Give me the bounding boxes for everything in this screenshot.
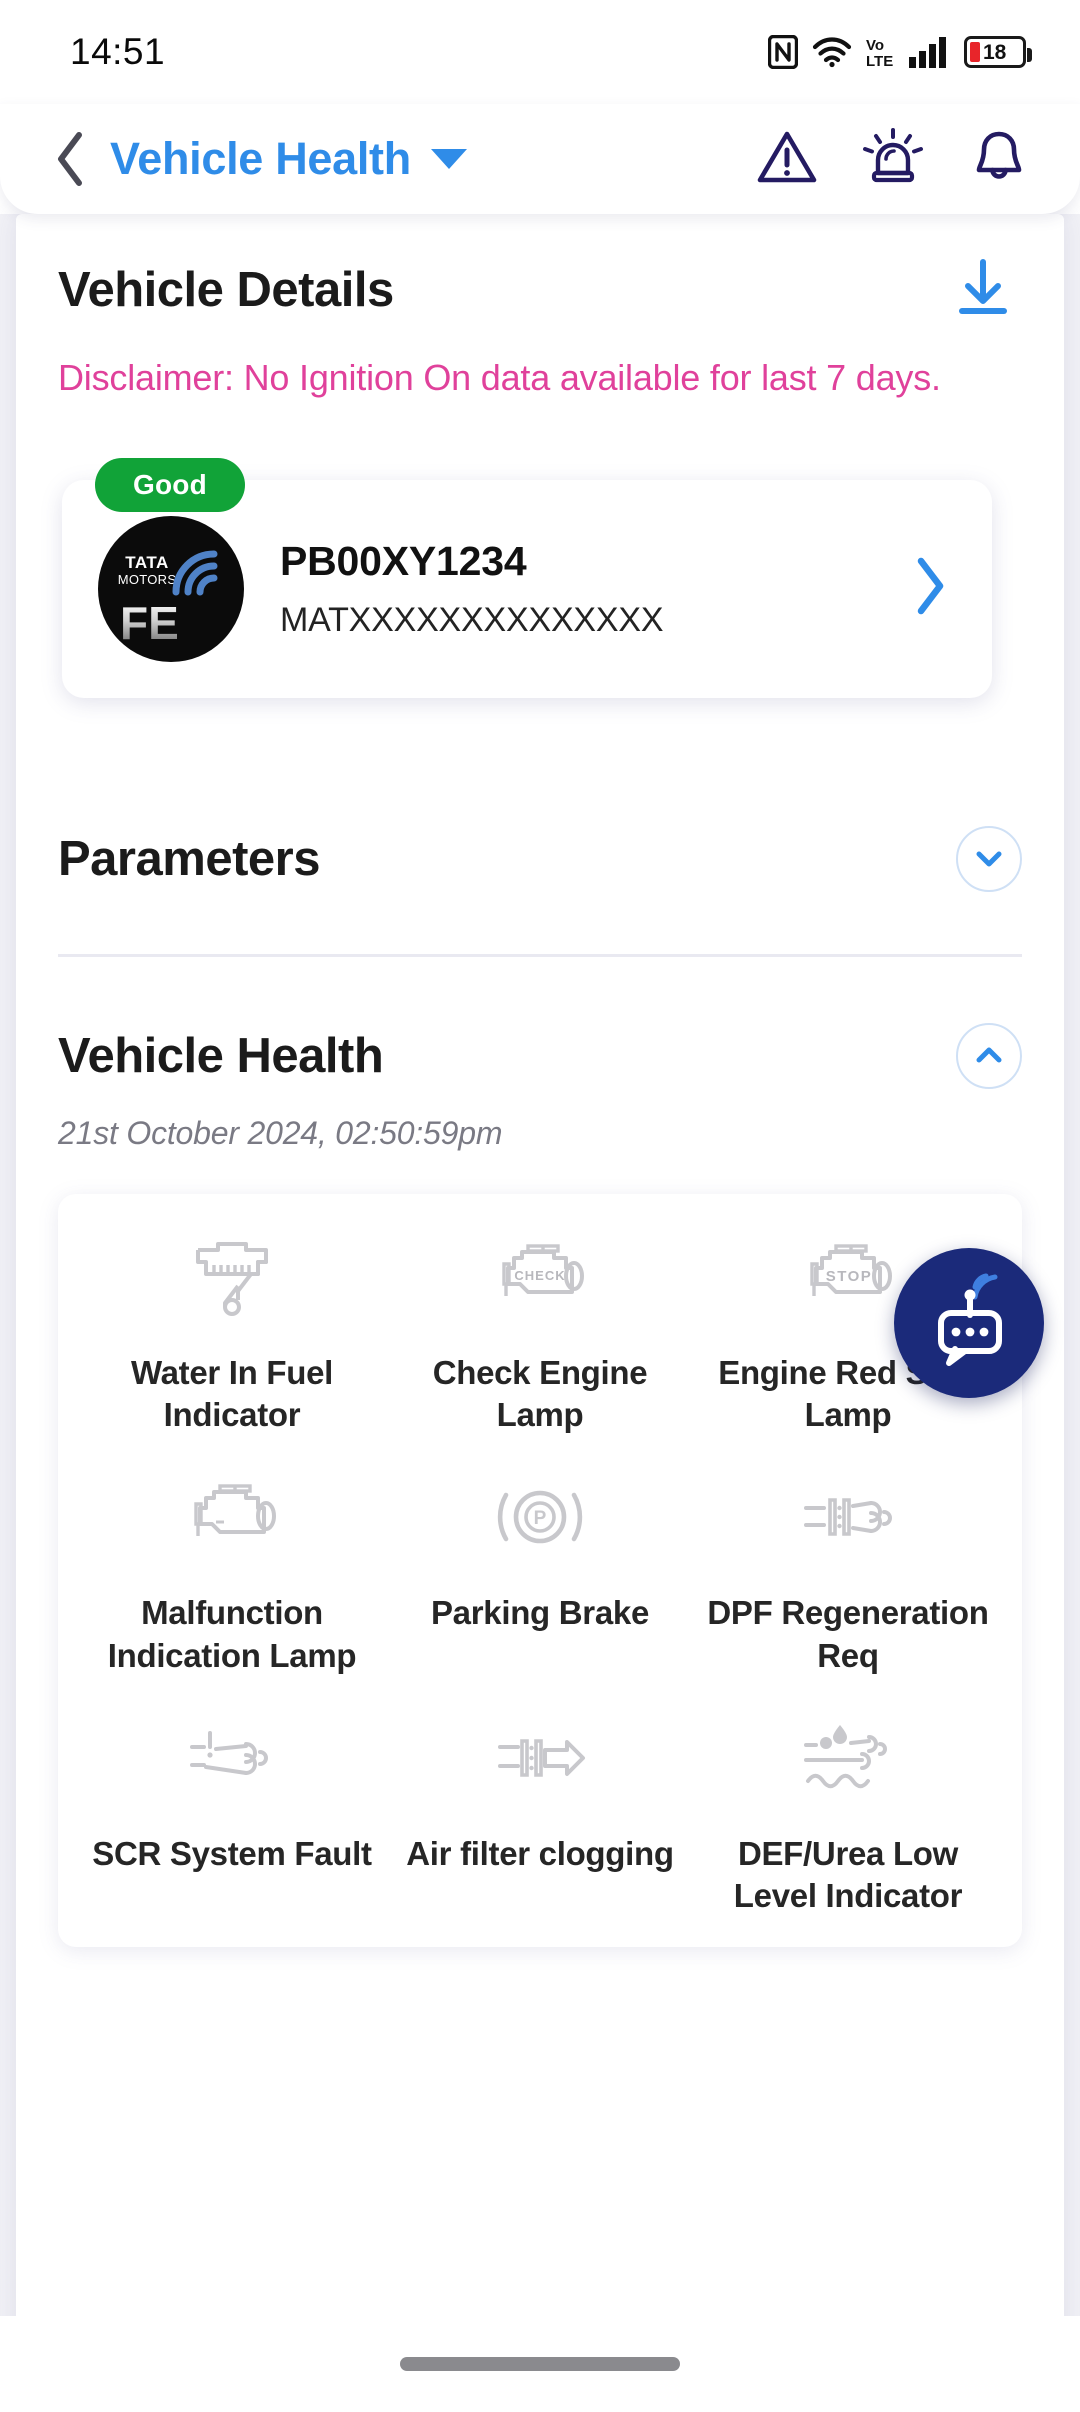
beacon-siren-icon[interactable] xyxy=(862,126,924,193)
vehicle-health-title: Vehicle Health xyxy=(58,1028,384,1083)
vehicle-health-section: Vehicle Health 21st October 2024, 02:50:… xyxy=(58,1022,1022,1948)
caret-down-icon[interactable] xyxy=(430,149,467,169)
logo-product-mark: FE xyxy=(120,600,179,646)
svg-text:Vo: Vo xyxy=(866,37,884,54)
logo-brand-line1: TATA xyxy=(125,552,169,572)
vehicle-details-title: Vehicle Details xyxy=(58,262,394,317)
water-in-fuel-icon xyxy=(180,1238,284,1316)
nfc-icon xyxy=(768,35,798,69)
logo-brand-line2: MOTORS xyxy=(117,571,177,587)
status-bar-icons: Vo LTE 18 xyxy=(768,35,1032,69)
vehicle-health-section-header[interactable]: Vehicle Health xyxy=(58,1022,1022,1089)
air-filter-icon xyxy=(488,1719,592,1797)
vehicle-card-text: PB00XY1234 MATXXXXXXXXXXXXXX xyxy=(274,538,882,640)
tata-motors-logo: TATA MOTORS FE xyxy=(98,515,244,662)
indicator-item[interactable]: P Parking Brake xyxy=(386,1478,694,1676)
status-bar: 14:51 Vo LTE 18 xyxy=(0,0,1080,104)
vehicle-card-block: Good TATA MOTORS FE PB00XY1234 MATXXXXXX… xyxy=(58,457,1022,698)
svg-text:STOP: STOP xyxy=(826,1268,873,1285)
chevron-down-icon[interactable] xyxy=(956,825,1022,892)
disclaimer-text: Disclaimer: No Ignition On data availabl… xyxy=(58,357,941,398)
indicator-label: Water In Fuel Indicator xyxy=(130,1353,334,1434)
logo-product-label: FE xyxy=(120,596,179,649)
chat-bot-fab[interactable] xyxy=(894,1248,1044,1398)
check-engine-icon: CHECK xyxy=(488,1238,592,1316)
header-actions xyxy=(756,126,1030,193)
vehicle-details-header: Vehicle Details xyxy=(58,250,1022,329)
indicator-label: Air filter clogging xyxy=(406,1834,674,1872)
vehicle-registration: PB00XY1234 xyxy=(280,537,527,584)
notification-bell-icon[interactable] xyxy=(968,126,1030,193)
chevron-right-icon[interactable] xyxy=(912,556,958,621)
engine-stop-icon: STOP xyxy=(796,1238,900,1316)
volte-icon: Vo LTE xyxy=(866,35,894,69)
status-badge: Good xyxy=(95,457,245,512)
indicator-label: Parking Brake xyxy=(430,1594,650,1632)
app-header: Vehicle Health xyxy=(0,104,1080,214)
indicator-item[interactable]: DPF Regeneration Req xyxy=(694,1478,1002,1676)
indicator-label: DEF/Urea Low Level Indicator xyxy=(733,1834,963,1914)
indicator-item[interactable]: Malfunction Indication Lamp xyxy=(78,1478,386,1676)
svg-text:P: P xyxy=(534,1508,547,1529)
battery-percent-label: 18 xyxy=(983,40,1007,64)
back-button[interactable] xyxy=(44,131,96,187)
download-icon[interactable] xyxy=(944,250,1022,329)
app-screen: 14:51 Vo LTE 18 Vehicle Health Vehicle D… xyxy=(0,0,1080,2412)
indicator-label: SCR System Fault xyxy=(92,1834,372,1872)
vehicle-vin: MATXXXXXXXXXXXXXX xyxy=(280,600,664,639)
indicator-label: DPF Regeneration Req xyxy=(707,1594,989,1674)
def-urea-icon xyxy=(796,1719,900,1797)
indicator-label: Check Engine Lamp xyxy=(432,1353,648,1434)
malfunction-engine-icon xyxy=(180,1478,284,1556)
indicator-grid: Water In Fuel Indicator CHECK Check Engi… xyxy=(58,1193,1022,1948)
vehicle-card[interactable]: TATA MOTORS FE PB00XY1234 MATXXXXXXXXXXX… xyxy=(62,479,992,698)
page-title: Vehicle Health xyxy=(110,133,411,184)
indicator-item[interactable]: SCR System Fault xyxy=(78,1719,386,1917)
dpf-regeneration-icon xyxy=(796,1478,900,1556)
signal-bars-icon xyxy=(908,35,950,69)
parameters-section-header[interactable]: Parameters xyxy=(58,825,1022,892)
indicator-label: Malfunction Indication Lamp xyxy=(107,1594,357,1674)
parameters-title: Parameters xyxy=(58,831,320,886)
status-bar-clock: 14:51 xyxy=(70,31,166,72)
section-divider xyxy=(58,953,1022,957)
battery-icon: 18 xyxy=(964,36,1032,68)
svg-text:LTE: LTE xyxy=(866,53,893,69)
wifi-icon xyxy=(812,35,852,69)
indicator-item[interactable]: DEF/Urea Low Level Indicator xyxy=(694,1719,1002,1917)
logo-signal-icon xyxy=(172,544,228,601)
indicator-item[interactable]: Air filter clogging xyxy=(386,1719,694,1917)
chevron-up-icon[interactable] xyxy=(956,1022,1022,1089)
scr-system-icon xyxy=(180,1719,284,1797)
page-title-dropdown[interactable]: Vehicle Health xyxy=(110,133,467,185)
svg-text:CHECK: CHECK xyxy=(514,1268,565,1283)
parking-brake-icon: P xyxy=(488,1478,592,1556)
chat-bot-icon xyxy=(923,1273,1015,1374)
indicator-item[interactable]: Water In Fuel Indicator xyxy=(78,1238,386,1436)
vehicle-health-timestamp: 21st October 2024, 02:50:59pm xyxy=(58,1114,503,1151)
indicator-item[interactable]: CHECK Check Engine Lamp xyxy=(386,1238,694,1436)
alert-warning-icon[interactable] xyxy=(756,126,818,193)
system-gesture-bar xyxy=(0,2316,1080,2412)
home-indicator[interactable] xyxy=(400,2357,680,2371)
